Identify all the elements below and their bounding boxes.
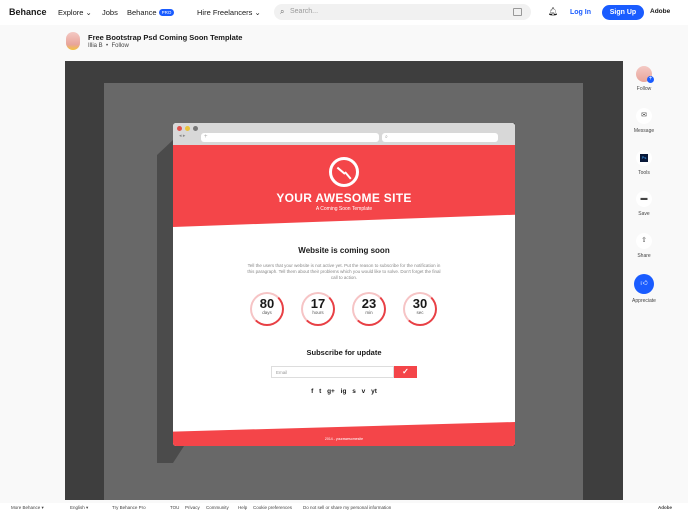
countdown-days: 80 days: [250, 292, 284, 326]
pro-badge: PRO: [158, 9, 175, 16]
project-byline: Illia B • Follow: [88, 43, 129, 49]
browser-mockup: ◂ ▸ + ⌕ YOUR AWESOME SITE A Coming Soon …: [173, 123, 515, 446]
behance-logo[interactable]: Behance: [9, 7, 47, 17]
thumbs-up-icon: 👍︎: [634, 274, 654, 294]
follow-link[interactable]: Follow: [111, 43, 128, 49]
sidebar-message[interactable]: ✉ Message: [628, 108, 660, 134]
folder-icon: ▬: [636, 191, 652, 207]
help-link[interactable]: Help: [238, 505, 247, 510]
jobs-link[interactable]: Jobs: [102, 8, 118, 17]
coming-soon-text: Tell the users that your website is not …: [247, 263, 441, 280]
author-avatar[interactable]: [66, 32, 80, 50]
site-tagline: A Coming Soon Template: [315, 206, 373, 212]
sidebar-save[interactable]: ▬ Save: [628, 191, 660, 217]
explore-menu[interactable]: Explore ⌄: [58, 8, 92, 17]
close-dot: [177, 126, 182, 131]
language-menu[interactable]: English ▾: [70, 505, 88, 511]
sidebar-tools[interactable]: Ps Tools: [628, 150, 660, 176]
more-behance-menu[interactable]: More Behance ▾: [11, 505, 44, 511]
adobe-footer-logo[interactable]: Adobe: [658, 505, 672, 510]
social-icons: f t g+ ig s v yt: [311, 388, 377, 395]
author-name[interactable]: Illia B: [88, 43, 103, 49]
clock-icon: [329, 157, 359, 187]
top-nav: Behance Explore ⌄ Jobs Behance PRO Hire F…: [0, 0, 688, 25]
project-title: Free Bootstrap Psd Coming Soon Template: [88, 33, 243, 42]
coming-soon-heading: Website is coming soon: [298, 246, 390, 255]
search-input[interactable]: ⌕ Search...: [274, 4, 531, 20]
cookie-link[interactable]: Cookie preferences: [253, 505, 292, 510]
community-link[interactable]: Community: [206, 505, 229, 510]
site-title: YOUR AWESOME SITE: [276, 191, 412, 205]
share-icon: ⇧: [636, 233, 652, 249]
page-footer: More Behance ▾ English ▾ Try Behance Pro…: [0, 503, 688, 512]
behance-pro-link[interactable]: Behance PRO: [127, 8, 175, 17]
do-not-sell-link[interactable]: Do not sell or share my personal informa…: [303, 505, 391, 510]
try-pro-link[interactable]: Try Behance Pro: [112, 505, 146, 510]
image-search-icon[interactable]: [513, 8, 522, 16]
signup-button[interactable]: Sign Up: [602, 5, 644, 20]
photoshop-icon: Ps: [636, 150, 652, 166]
subscribe-heading: Subscribe for update: [306, 348, 382, 357]
url-bar: +: [201, 133, 379, 142]
browser-toolbar: ◂ ▸ + ⌕: [173, 123, 515, 145]
countdown-min: 23 min: [352, 292, 386, 326]
countdown-hours: 17 hours: [301, 292, 335, 326]
mock-footer: 2014 - yourawesomesite: [173, 422, 515, 446]
browser-search-bar: ⌕: [382, 133, 498, 142]
hire-freelancers-menu[interactable]: Hire Freelancers ⌄: [197, 8, 261, 17]
adobe-logo[interactable]: Adobe: [650, 8, 670, 15]
bell-icon[interactable]: 🔔︎: [548, 7, 558, 16]
minimize-dot: [185, 126, 190, 131]
maximize-dot: [193, 126, 198, 131]
login-button[interactable]: Log In: [563, 5, 598, 20]
back-forward-icon: ◂ ▸: [179, 133, 186, 139]
search-icon: ⌕: [280, 7, 285, 16]
hero-banner: YOUR AWESOME SITE A Coming Soon Template: [173, 145, 515, 227]
message-icon: ✉: [636, 108, 652, 124]
sidebar-follow[interactable]: + Follow: [628, 66, 660, 92]
author-avatar-icon: +: [636, 66, 654, 83]
tou-link[interactable]: TOU: [170, 505, 179, 510]
privacy-link[interactable]: Privacy: [185, 505, 200, 510]
sidebar-appreciate[interactable]: 👍︎ Appreciate: [628, 274, 660, 304]
email-field: Email: [271, 366, 394, 378]
countdown-sec: 30 sec: [403, 292, 437, 326]
sidebar-share[interactable]: ⇧ Share: [628, 233, 660, 259]
checkmark-icon: ✓: [394, 366, 417, 378]
